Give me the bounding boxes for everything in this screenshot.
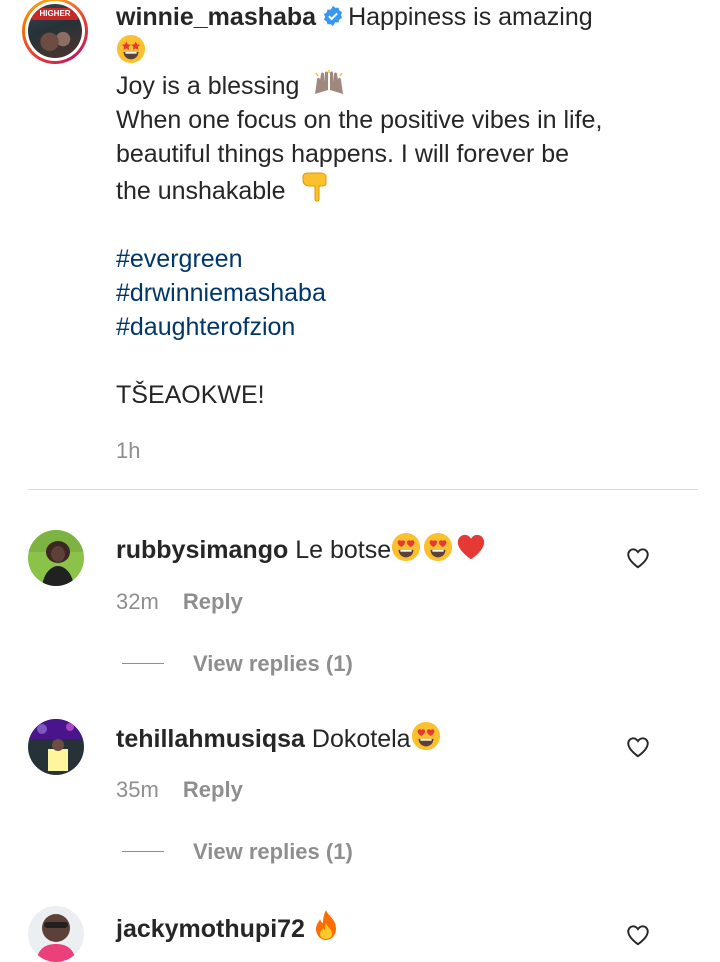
pointing-down-emoji-icon xyxy=(302,172,327,202)
comment-1-text: Le botse xyxy=(295,536,392,564)
reply-button[interactable]: Reply xyxy=(183,777,243,802)
post-timestamp: 1h xyxy=(116,438,141,463)
post-caption: winnie_mashaba Happiness is amazing Joy i… xyxy=(116,0,676,468)
view-replies-button[interactable]: View replies (1) xyxy=(193,651,353,677)
caption-signoff: TŠEAOKWE! xyxy=(116,381,265,409)
view-replies-button[interactable]: View replies (1) xyxy=(193,839,353,865)
poster-avatar[interactable]: HIGHER xyxy=(22,0,88,64)
commenter-avatar[interactable] xyxy=(28,530,84,586)
like-heart-icon[interactable] xyxy=(625,922,651,948)
view-replies-line xyxy=(122,851,164,852)
comment-2-username[interactable]: tehillahmusiqsa xyxy=(116,725,305,753)
heart-eyes-emoji-icon xyxy=(423,532,453,562)
hashtag-daughterofzion[interactable]: #daughterofzion xyxy=(116,310,676,344)
comment-2-text: Dokotela xyxy=(311,725,411,753)
heart-eyes-emoji-icon xyxy=(391,532,421,562)
verified-badge-icon xyxy=(324,5,343,27)
caption-first-line: Happiness is amazing xyxy=(348,3,593,31)
red-heart-emoji-icon xyxy=(455,532,487,562)
star-struck-emoji-icon xyxy=(116,34,146,64)
comment-2-body: tehillahmusiqsa Dokotela xyxy=(116,721,441,755)
fire-emoji-icon xyxy=(315,910,336,940)
caption-divider xyxy=(28,489,698,490)
view-replies-line xyxy=(122,663,164,664)
hashtag-drwinniemashaba[interactable]: #drwinniemashaba xyxy=(116,276,676,310)
caption-unshakable-line: the unshakable xyxy=(116,177,286,205)
comment-3-username[interactable]: jackymothupi72 xyxy=(116,915,305,943)
caption-beautiful-line: beautiful things happens. I will forever… xyxy=(116,140,570,168)
avatar-logo: HIGHER xyxy=(32,8,78,20)
comment-1-username[interactable]: rubbysimango xyxy=(116,536,288,564)
comment-2-time: 35m xyxy=(116,777,159,802)
poster-avatar-image: HIGHER xyxy=(28,4,82,58)
raising-hands-emoji-icon xyxy=(315,70,344,94)
comment-1-meta: 32m Reply xyxy=(116,589,243,615)
caption-joy-line: Joy is a blessing xyxy=(116,72,300,100)
like-heart-icon[interactable] xyxy=(625,734,651,760)
like-heart-icon[interactable] xyxy=(625,545,651,571)
caption-focus-line: When one focus on the positive vibes in … xyxy=(116,106,603,134)
hashtag-evergreen[interactable]: #evergreen xyxy=(116,242,676,276)
comment-1-time: 32m xyxy=(116,589,159,614)
commenter-avatar[interactable] xyxy=(28,906,84,962)
comment-3-body: jackymothupi72 xyxy=(116,909,340,945)
poster-username[interactable]: winnie_mashaba xyxy=(116,3,316,31)
comment-1-body: rubbysimango Le botse xyxy=(116,532,487,566)
heart-eyes-emoji-icon xyxy=(411,721,441,751)
comment-2-meta: 35m Reply xyxy=(116,777,243,803)
reply-button[interactable]: Reply xyxy=(183,589,243,614)
commenter-avatar[interactable] xyxy=(28,719,84,775)
